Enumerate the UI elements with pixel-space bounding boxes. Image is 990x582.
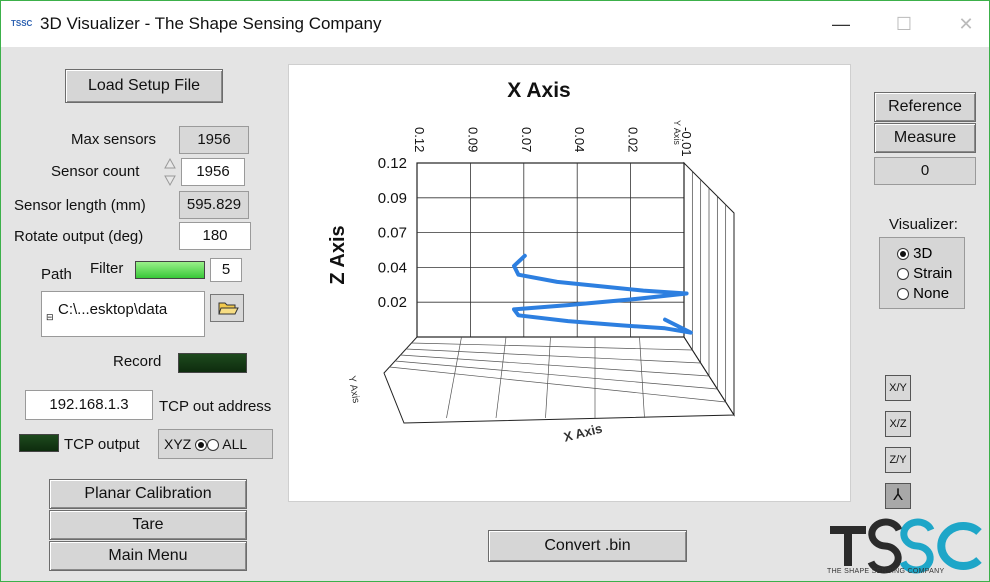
filter-led[interactable] bbox=[135, 261, 205, 279]
main-menu-button[interactable]: Main Menu bbox=[49, 541, 247, 571]
xy-plane-icon[interactable]: X/Y bbox=[885, 375, 911, 401]
z-tick-label: 0.09 bbox=[378, 190, 407, 207]
close-button[interactable]: ✕ bbox=[951, 11, 981, 37]
x-tick-label: 0.09 bbox=[465, 127, 480, 152]
window-title: 3D Visualizer - The Shape Sensing Compan… bbox=[40, 14, 382, 33]
measure-value-field: 0 bbox=[874, 157, 976, 185]
measure-button[interactable]: Measure bbox=[874, 123, 976, 153]
y-axis-left-label: Y Axis bbox=[346, 375, 362, 404]
sensor-length-label: Sensor length (mm) bbox=[14, 197, 146, 214]
xyz-option-label: XYZ bbox=[164, 436, 192, 452]
app-window: TSSC 3D Visualizer - The Shape Sensing C… bbox=[0, 0, 990, 582]
rotate-output-input[interactable]: 180 bbox=[179, 222, 251, 250]
reference-button[interactable]: Reference bbox=[874, 92, 976, 122]
path-field[interactable]: ⊟ C:\...esktop\data bbox=[41, 291, 205, 337]
option-none-label: None bbox=[913, 285, 950, 302]
x-tick-label: 0.07 bbox=[519, 127, 534, 152]
path-label: Path bbox=[41, 266, 72, 283]
folder-open-icon bbox=[218, 302, 239, 315]
stepper-arrows-icon[interactable] bbox=[162, 155, 178, 189]
tcp-mode-selector: XYZ ALL bbox=[158, 429, 273, 459]
plot-3d-panel[interactable]: 0.12 0.09 0.07 0.04 0.02 -0.01 0.12 0.09 0.07 0.0… bbox=[288, 64, 851, 502]
z-tick-label: 0.02 bbox=[378, 294, 407, 311]
app-logo-icon: TSSC bbox=[11, 19, 33, 28]
all-radio[interactable] bbox=[207, 439, 220, 452]
back-wall-frame bbox=[416, 162, 685, 338]
option-3d-label: 3D bbox=[913, 245, 933, 262]
floor-grid-line bbox=[405, 348, 701, 364]
tcp-address-label: TCP out address bbox=[159, 398, 272, 415]
tcp-output-led-button[interactable] bbox=[19, 434, 59, 452]
tare-button[interactable]: Tare bbox=[49, 510, 247, 540]
visualizer-option-strain[interactable]: Strain bbox=[897, 266, 952, 282]
filter-input[interactable]: 5 bbox=[210, 258, 242, 282]
radio-strain[interactable] bbox=[897, 268, 909, 281]
option-strain-label: Strain bbox=[913, 265, 953, 282]
floor-grid-line bbox=[394, 360, 718, 390]
convert-bin-button[interactable]: Convert .bin bbox=[488, 530, 687, 562]
sensor-count-label: Sensor count bbox=[51, 163, 140, 180]
sensor-count-stepper[interactable] bbox=[162, 155, 178, 189]
sensor-length-field: 595.829 bbox=[179, 191, 249, 219]
visualizer-label: Visualizer: bbox=[889, 216, 958, 233]
title-bar: TSSC 3D Visualizer - The Shape Sensing C… bbox=[1, 1, 989, 47]
logo-tagline: THE SHAPE SENSING COMPANY bbox=[827, 568, 945, 575]
x-axis-bottom-label: X Axis bbox=[562, 421, 604, 445]
minimize-button[interactable]: — bbox=[826, 11, 856, 37]
load-setup-file-button[interactable]: Load Setup File bbox=[65, 69, 223, 103]
browse-folder-button[interactable] bbox=[210, 294, 244, 322]
maximize-button[interactable]: ☐ bbox=[889, 11, 919, 37]
path-browse-indicator-icon: ⊟ bbox=[46, 312, 54, 322]
floor-grid-line bbox=[639, 336, 645, 419]
floor-grid-line bbox=[495, 336, 507, 419]
floor-grid-line bbox=[389, 366, 726, 403]
max-sensors-field: 1956 bbox=[179, 126, 249, 154]
radio-3d[interactable] bbox=[897, 248, 909, 261]
x-tick-label: 0.02 bbox=[626, 127, 641, 152]
rotate-output-label: Rotate output (deg) bbox=[14, 228, 144, 245]
sensor-count-input[interactable]: 1956 bbox=[181, 158, 245, 186]
floor-grid-line bbox=[545, 336, 551, 419]
y-axis-top-label: Y Axis bbox=[672, 120, 682, 145]
visualizer-option-3d[interactable]: 3D bbox=[897, 246, 932, 262]
floor-grid-line bbox=[446, 336, 462, 419]
plot-ticks: 0.12 0.09 0.07 0.04 0.02 -0.010.120.090.070.0… bbox=[378, 127, 694, 311]
x-tick-label: 0.12 bbox=[412, 127, 427, 152]
visualizer-option-none[interactable]: None bbox=[897, 286, 949, 302]
xz-plane-icon[interactable]: X/Z bbox=[885, 411, 911, 437]
record-label: Record bbox=[113, 353, 162, 370]
tcp-address-input[interactable]: 192.168.1.3 bbox=[25, 390, 153, 420]
z-tick-label: 0.04 bbox=[378, 259, 407, 276]
radio-none[interactable] bbox=[897, 288, 909, 301]
tcp-output-label: TCP output bbox=[64, 436, 140, 453]
filter-label: Filter bbox=[90, 260, 124, 277]
floor-grid-line bbox=[411, 342, 693, 351]
plot-3d-svg[interactable]: 0.12 0.09 0.07 0.04 0.02 -0.010.120.090.070.0… bbox=[289, 65, 850, 501]
company-logo: THE SHAPE SENSING COMPANY bbox=[827, 516, 987, 578]
record-led-button[interactable] bbox=[178, 353, 247, 373]
path-value: C:\...esktop\data bbox=[58, 301, 168, 318]
z-tick-label: 0.07 bbox=[378, 225, 407, 242]
z-tick-label: 0.12 bbox=[378, 155, 407, 172]
plot-title: X Axis bbox=[507, 79, 570, 102]
xyz-radio[interactable] bbox=[195, 439, 208, 452]
all-option-label: ALL bbox=[222, 436, 248, 452]
max-sensors-label: Max sensors bbox=[71, 131, 157, 148]
z-axis-label: Z Axis bbox=[327, 225, 349, 284]
axes-3d-icon[interactable]: ⅄ bbox=[885, 483, 911, 509]
planar-calibration-button[interactable]: Planar Calibration bbox=[49, 479, 247, 509]
yz-plane-icon[interactable]: Z/Y bbox=[885, 447, 911, 473]
visualizer-mode-group: 3D Strain None bbox=[879, 237, 965, 309]
x-tick-label: 0.04 bbox=[572, 127, 587, 152]
